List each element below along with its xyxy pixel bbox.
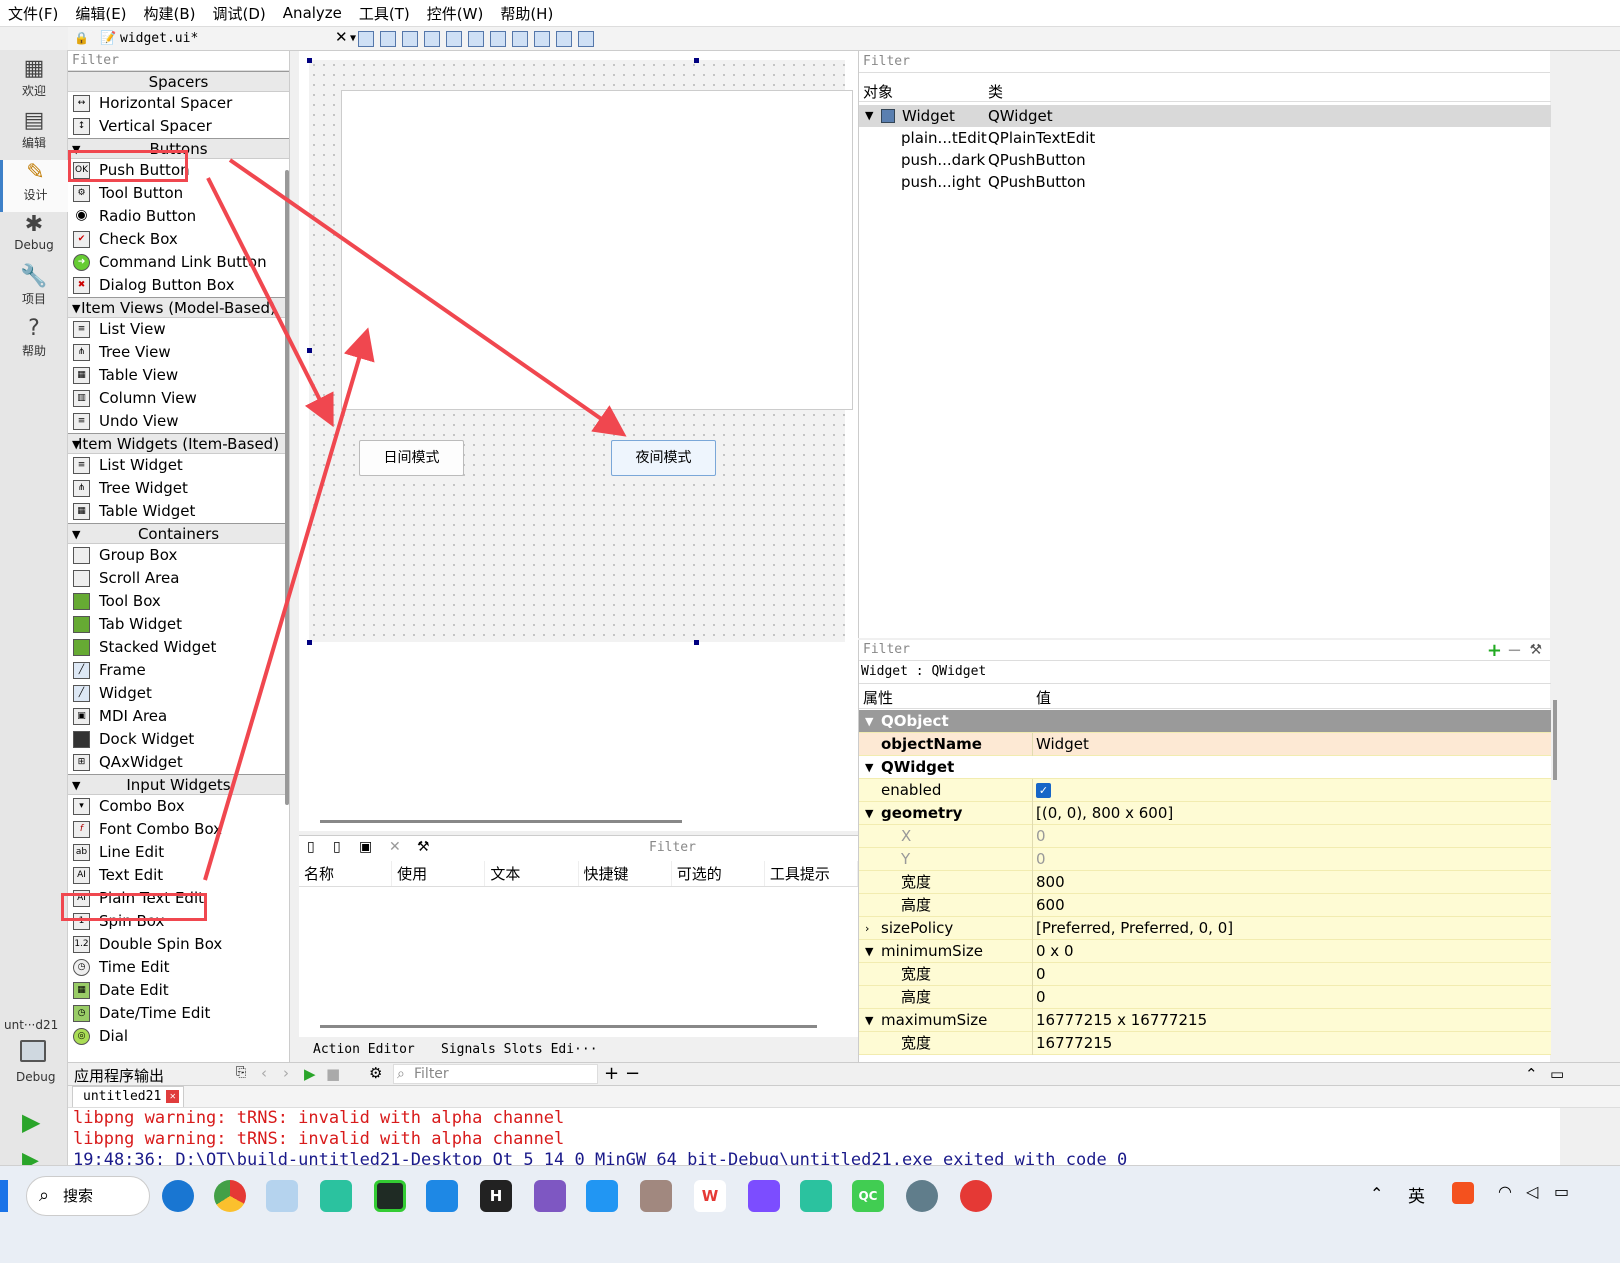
vscode-icon[interactable] — [426, 1180, 458, 1212]
arrow-to-night-button — [228, 158, 627, 437]
sogou-icon[interactable] — [1452, 1182, 1474, 1204]
ime-indicator[interactable]: 英 — [1408, 1182, 1425, 1207]
search-icon: ⌕ — [39, 1185, 50, 1206]
netease-music-icon[interactable] — [960, 1180, 992, 1212]
ghost-app-icon[interactable] — [748, 1180, 780, 1212]
settings-app-icon[interactable] — [906, 1180, 938, 1212]
butterfly-app-icon[interactable] — [586, 1180, 618, 1212]
edge-icon[interactable] — [162, 1180, 194, 1212]
chevron-up-icon[interactable]: ⌃ — [1370, 1184, 1383, 1203]
wps-icon[interactable]: W — [694, 1180, 726, 1212]
obsidian-icon[interactable] — [534, 1180, 566, 1212]
annotation-arrows — [203, 158, 627, 881]
terminal-icon[interactable] — [374, 1180, 406, 1212]
volume-icon[interactable]: ◁ — [1526, 1182, 1538, 1201]
battery-icon[interactable]: ▭ — [1554, 1182, 1569, 1201]
bit-app-icon[interactable] — [320, 1180, 352, 1212]
taskbar-search[interactable]: ⌕ 搜索 — [26, 1176, 150, 1216]
windows-taskbar: ⌕ 搜索 H W QC ⌃ 英 ◠ ◁ ▭ — [0, 1165, 1620, 1263]
chrome-icon[interactable] — [214, 1180, 246, 1212]
bit-app2-icon[interactable] — [800, 1180, 832, 1212]
avatar-app-icon[interactable] — [266, 1180, 298, 1212]
arrow-to-day-button — [206, 177, 334, 428]
wifi-icon[interactable]: ◠ — [1498, 1182, 1512, 1201]
arrow-to-text-edit — [203, 327, 375, 881]
qtcreator-icon[interactable]: QC — [852, 1180, 884, 1212]
windows-start-icon[interactable] — [0, 1180, 8, 1212]
cat-app-icon[interactable] — [640, 1180, 672, 1212]
h-app-icon[interactable]: H — [480, 1180, 512, 1212]
